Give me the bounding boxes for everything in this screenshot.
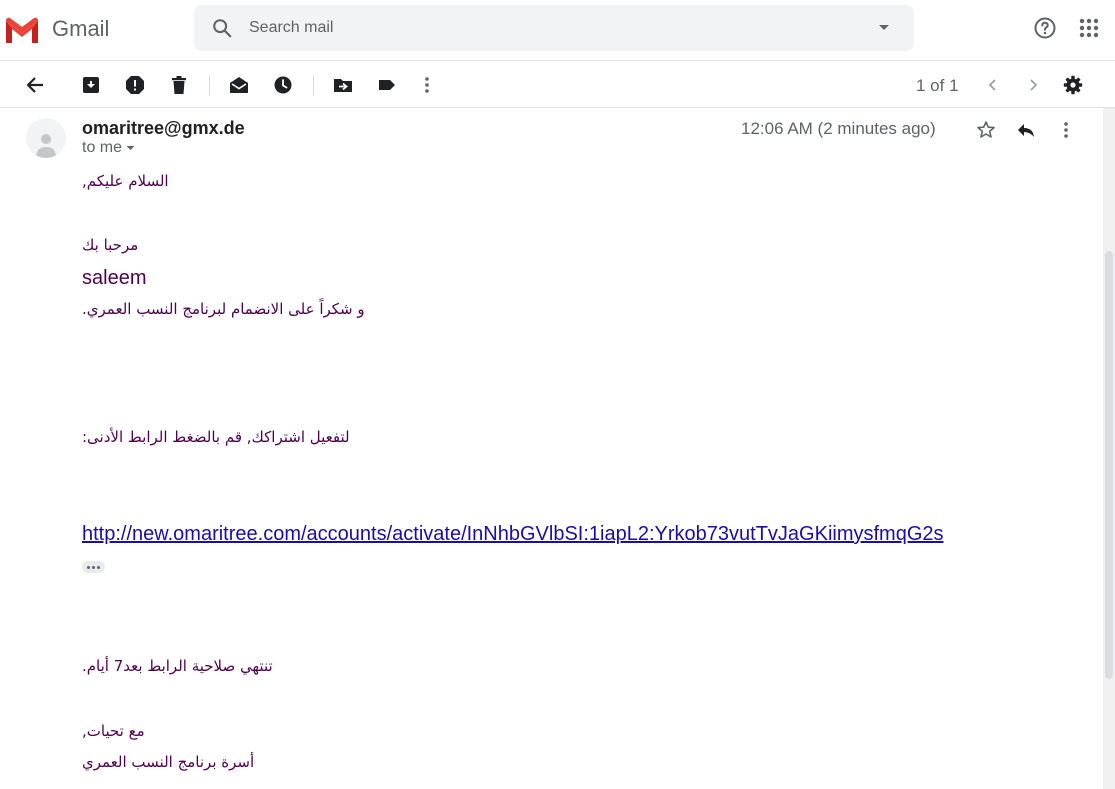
older-button[interactable] [1021, 73, 1045, 97]
report-spam-icon [126, 76, 144, 94]
sender-avatar [26, 118, 66, 158]
newer-button[interactable] [981, 73, 1005, 97]
recipient-label: to me [82, 139, 123, 156]
show-trimmed-content-button[interactable] [82, 561, 105, 573]
report-spam-button[interactable] [123, 73, 147, 97]
delete-button[interactable] [167, 73, 191, 97]
activate-prompt-text: لتفعيل اشتراكك, قم بالضغط الرابط الأدنى: [82, 428, 350, 446]
snooze-icon [274, 76, 292, 94]
snooze-button[interactable] [271, 73, 295, 97]
message-time: 12:06 AM (2 minutes ago) [741, 119, 936, 138]
move-to-button[interactable] [331, 73, 355, 97]
vertical-scrollbar[interactable] [1103, 108, 1115, 789]
back-button[interactable] [23, 73, 47, 97]
label-button[interactable] [375, 73, 399, 97]
search-bar[interactable] [194, 5, 914, 51]
signature-text: أسرة برنامج النسب العمري [82, 753, 255, 771]
settings-gear-icon [1063, 75, 1083, 95]
closing-text: مع تحيات, [82, 722, 145, 740]
ellipsis-dot [92, 565, 95, 569]
search-options-dropdown-icon[interactable] [878, 24, 890, 32]
person-icon [36, 134, 56, 158]
back-arrow-icon [26, 77, 43, 93]
search-icon[interactable] [211, 17, 233, 39]
message-view: omaritree@gmx.de to me 12:06 AM (2 minut… [10, 108, 1103, 789]
more-options-button[interactable] [415, 73, 439, 97]
toolbar-divider [313, 75, 314, 95]
archive-button[interactable] [79, 73, 103, 97]
mark-unread-button[interactable] [227, 73, 251, 97]
more-vert-icon [425, 77, 429, 93]
chevron-left-icon [988, 79, 996, 91]
activation-link[interactable]: http://new.omaritree.com/accounts/activa… [82, 523, 944, 546]
toolbar-divider [209, 75, 210, 95]
search-input[interactable] [249, 15, 849, 41]
star-icon[interactable] [976, 120, 996, 140]
ellipsis-dot [87, 565, 90, 569]
reply-icon[interactable] [1016, 120, 1036, 140]
app-name: Gmail [52, 16, 110, 41]
mark-unread-icon [230, 77, 248, 93]
gmail-logo[interactable]: Gmail [4, 14, 109, 44]
welcome-text: مرحبا بك [82, 236, 139, 254]
recipient-name: saleem [82, 267, 147, 289]
thanks-text: و شكراً على الانضمام لبرنامج النسب العمر… [82, 300, 365, 318]
ellipsis-dot [97, 565, 100, 569]
scrollbar-thumb[interactable] [1105, 251, 1113, 679]
archive-icon [83, 77, 99, 93]
message-toolbar: 1 of 1 [0, 60, 1115, 108]
top-bar: Gmail [0, 0, 1115, 60]
apps-grid-icon[interactable] [1079, 18, 1099, 38]
chevron-right-icon [1030, 79, 1038, 91]
move-to-icon [334, 79, 352, 92]
chevron-down-icon [126, 146, 135, 150]
help-icon[interactable] [1033, 16, 1057, 40]
gmail-m-icon [6, 17, 38, 43]
expiry-text: تنتهي صلاحية الرابط بعد7 أيام. [82, 657, 273, 675]
delete-icon [172, 76, 186, 94]
more-vert-icon[interactable] [1056, 120, 1076, 140]
label-icon [379, 80, 395, 90]
pagination-count: 1 of 1 [916, 76, 959, 95]
sender-email[interactable]: omaritree@gmx.de [82, 118, 245, 139]
recipient-details[interactable]: to me [82, 139, 135, 157]
greeting-text: السلام عليكم, [82, 172, 169, 190]
settings-button[interactable] [1061, 73, 1085, 97]
